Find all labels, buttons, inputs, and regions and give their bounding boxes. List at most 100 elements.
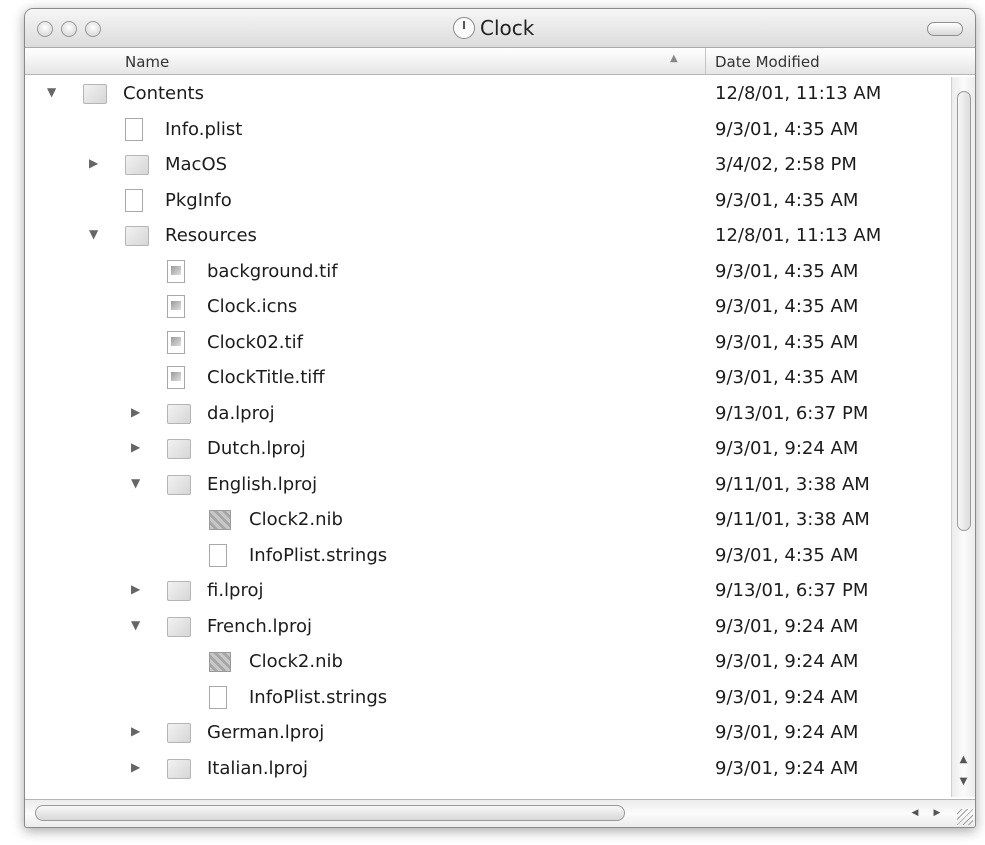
vertical-scrollbar[interactable]: ▲ ▼ xyxy=(951,77,975,797)
horizontal-scrollbar[interactable]: ◀ ▶ xyxy=(25,799,975,827)
list-item[interactable]: ▼ French.lproj 9/3/01, 9:24 AM xyxy=(25,610,950,645)
folder-icon xyxy=(167,758,191,779)
scroll-up-arrow-icon[interactable]: ▲ xyxy=(952,749,975,771)
nib-file-icon xyxy=(209,510,231,530)
toolbar-toggle-button[interactable] xyxy=(927,22,963,36)
list-item[interactable]: Clock2.nib 9/3/01, 9:24 AM xyxy=(25,645,950,680)
disclosure-collapsed-icon[interactable]: ▶ xyxy=(89,156,98,170)
disclosure-collapsed-icon[interactable]: ▶ xyxy=(131,760,140,774)
disclosure-collapsed-icon[interactable]: ▶ xyxy=(131,440,140,454)
item-name: MacOS xyxy=(165,154,228,175)
folder-icon xyxy=(167,474,191,495)
disclosure-collapsed-icon[interactable]: ▶ xyxy=(131,724,140,738)
list-item[interactable]: Info.plist 9/3/01, 4:35 AM xyxy=(25,113,950,148)
disclosure-collapsed-icon[interactable]: ▶ xyxy=(131,582,140,596)
item-date-modified: 9/3/01, 9:24 AM xyxy=(715,615,859,637)
item-date-modified: 9/3/01, 4:35 AM xyxy=(715,331,859,353)
list-item[interactable]: ▶ German.lproj 9/3/01, 9:24 AM xyxy=(25,716,950,751)
item-name: Clock2.nib xyxy=(249,509,343,530)
folder-icon xyxy=(167,616,191,637)
close-button[interactable] xyxy=(37,21,53,37)
file-icon xyxy=(125,188,143,212)
list-item[interactable]: ▶ MacOS 3/4/02, 2:58 PM xyxy=(25,148,950,183)
item-name: PkgInfo xyxy=(165,189,232,211)
item-name: ClockTitle.tiff xyxy=(207,367,325,388)
list-item[interactable]: ▶ Dutch.lproj 9/3/01, 9:24 AM xyxy=(25,432,950,467)
image-file-icon xyxy=(167,330,185,354)
list-item[interactable]: ▼ Contents 12/8/01, 11:13 AM xyxy=(25,77,950,112)
folder-icon xyxy=(125,155,149,175)
list-item[interactable]: background.tif 9/3/01, 4:35 AM xyxy=(25,255,950,290)
item-name: InfoPlist.strings xyxy=(249,686,388,708)
list-item[interactable]: InfoPlist.strings 9/3/01, 9:24 AM xyxy=(25,681,950,716)
item-date-modified: 12/8/01, 11:13 AM xyxy=(715,83,882,104)
item-date-modified: 9/13/01, 6:37 PM xyxy=(715,580,869,601)
horizontal-scroll-thumb[interactable] xyxy=(35,805,625,821)
sort-ascending-icon: ▲ xyxy=(670,53,678,64)
image-file-icon xyxy=(167,366,185,389)
list-item[interactable]: ClockTitle.tiff 9/3/01, 4:35 AM xyxy=(25,361,950,396)
item-name: Clock2.nib xyxy=(249,651,343,672)
list-item[interactable]: ▼ English.lproj 9/11/01, 3:38 AM xyxy=(25,468,950,503)
item-date-modified: 9/3/01, 4:35 AM xyxy=(715,260,859,282)
list-item[interactable]: InfoPlist.strings 9/3/01, 4:35 AM xyxy=(25,539,950,574)
folder-icon xyxy=(167,581,191,601)
disclosure-expanded-icon[interactable]: ▼ xyxy=(89,227,98,241)
name-column-header[interactable]: Name xyxy=(125,53,169,71)
title-bar[interactable]: Clock xyxy=(25,9,975,48)
list-item[interactable]: ▼ Resources 12/8/01, 11:13 AM xyxy=(25,219,950,254)
scroll-down-arrow-icon[interactable]: ▼ xyxy=(952,771,975,793)
column-header: Name ▲ Date Modified xyxy=(25,48,975,75)
item-name: Clock02.tif xyxy=(207,331,303,353)
item-name: Resources xyxy=(165,225,257,246)
item-name: Italian.lproj xyxy=(207,757,309,779)
disclosure-expanded-icon[interactable]: ▼ xyxy=(131,476,140,490)
list-item[interactable]: Clock.icns 9/3/01, 4:35 AM xyxy=(25,290,950,325)
item-name: Dutch.lproj xyxy=(207,438,306,459)
window-title-group: Clock xyxy=(453,16,534,40)
item-name: English.lproj xyxy=(207,473,318,495)
list-item[interactable]: ▶ fi.lproj 9/13/01, 6:37 PM xyxy=(25,574,950,609)
folder-icon xyxy=(125,226,149,246)
date-modified-column-header[interactable]: Date Modified xyxy=(715,53,820,71)
item-date-modified: 9/3/01, 4:35 AM xyxy=(715,296,859,317)
list-item[interactable]: ▶ Italian.lproj 9/3/01, 9:24 AM xyxy=(25,752,950,787)
item-date-modified: 9/3/01, 4:35 AM xyxy=(715,189,859,211)
disclosure-expanded-icon[interactable]: ▼ xyxy=(131,618,140,632)
image-file-icon xyxy=(167,259,185,283)
item-date-modified: 9/11/01, 3:38 AM xyxy=(715,509,870,530)
scroll-right-arrow-icon[interactable]: ▶ xyxy=(927,803,947,823)
item-date-modified: 9/3/01, 9:24 AM xyxy=(715,686,859,708)
list-item[interactable]: PkgInfo 9/3/01, 4:35 AM xyxy=(25,184,950,219)
folder-icon xyxy=(83,84,107,104)
item-name: Contents xyxy=(123,83,204,104)
zoom-button[interactable] xyxy=(85,21,101,37)
list-item[interactable]: ▶ da.lproj 9/13/01, 6:37 PM xyxy=(25,397,950,432)
disclosure-collapsed-icon[interactable]: ▶ xyxy=(131,405,140,419)
list-item[interactable]: Clock02.tif 9/3/01, 4:35 AM xyxy=(25,326,950,361)
file-icon xyxy=(209,543,227,567)
item-date-modified: 9/3/01, 9:24 AM xyxy=(715,438,859,459)
item-name: fi.lproj xyxy=(207,580,264,601)
item-name: background.tif xyxy=(207,260,338,282)
item-date-modified: 9/3/01, 4:35 AM xyxy=(715,367,859,388)
file-icon xyxy=(209,685,227,709)
minimize-button[interactable] xyxy=(61,21,77,37)
item-name: Clock.icns xyxy=(207,296,298,317)
item-date-modified: 9/3/01, 9:24 AM xyxy=(715,757,859,779)
resize-grip-icon[interactable] xyxy=(957,809,973,825)
column-divider[interactable] xyxy=(705,48,706,74)
item-date-modified: 9/11/01, 3:38 AM xyxy=(715,473,870,495)
item-date-modified: 9/3/01, 4:35 AM xyxy=(715,118,859,140)
finder-window: Clock Name ▲ Date Modified ▼ Contents 12/8… xyxy=(24,8,976,828)
vertical-scroll-thumb[interactable] xyxy=(957,91,971,531)
item-name: French.lproj xyxy=(207,615,313,637)
folder-icon xyxy=(167,439,191,459)
scroll-left-arrow-icon[interactable]: ◀ xyxy=(905,803,925,823)
item-name: InfoPlist.strings xyxy=(249,544,388,566)
file-icon xyxy=(125,117,143,141)
disclosure-expanded-icon[interactable]: ▼ xyxy=(47,85,56,99)
list-item[interactable]: Clock2.nib 9/11/01, 3:38 AM xyxy=(25,503,950,538)
item-name: Info.plist xyxy=(165,118,243,140)
item-date-modified: 9/3/01, 9:24 AM xyxy=(715,722,859,743)
